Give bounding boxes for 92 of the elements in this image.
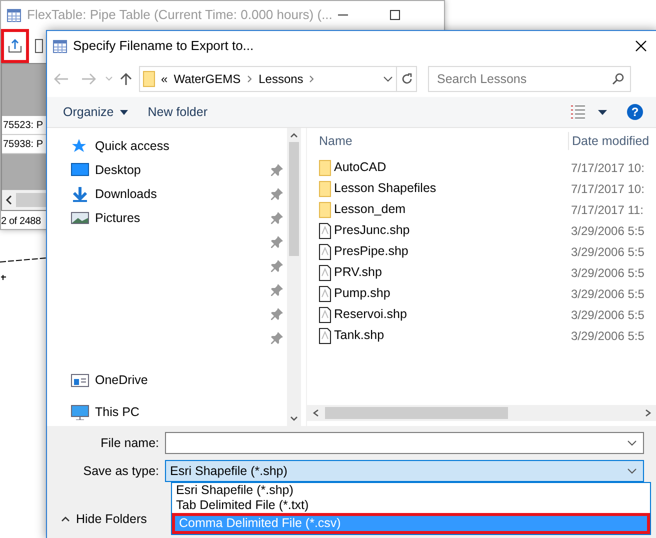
file-item[interactable]: Pump.shp [307, 283, 568, 304]
scrollbar-thumb[interactable] [289, 142, 299, 256]
up-arrow-icon[interactable] [119, 72, 133, 86]
export-button[interactable] [1, 29, 29, 63]
nav-item[interactable]: OneDrive [47, 368, 148, 392]
file-item[interactable]: PRV.shp [307, 262, 568, 283]
file-item[interactable]: Reservoi.shp [307, 304, 568, 325]
pin-icon[interactable] [271, 212, 283, 224]
search-input[interactable]: Search Lessons [435, 68, 612, 90]
toolbar-icon [35, 39, 43, 53]
column-header[interactable]: Name [307, 132, 568, 150]
file-type-dropdown[interactable]: Esri Shapefile (*.shp) [165, 460, 644, 482]
caret-icon[interactable] [598, 110, 607, 114]
search-icon [612, 73, 624, 85]
view-options-icon[interactable] [570, 105, 586, 119]
pin-icon[interactable] [271, 188, 283, 200]
field-label: File name: [100, 434, 160, 452]
nav-item[interactable]: Quick access [47, 134, 170, 158]
date-cell-text: 7/17/2017 11: [570, 202, 644, 218]
table-cell: 75523: P [2, 116, 46, 135]
new-folder-button[interactable]: New folder [138, 102, 218, 122]
folder-icon [319, 180, 331, 196]
search-field[interactable]: Search Lessons [428, 66, 631, 92]
address-bar[interactable]: « WaterGEMS Lessons [139, 66, 397, 92]
file-item[interactable]: Lesson_dem [307, 199, 568, 220]
date-cell-text: 3/29/2006 5:5 [570, 306, 644, 324]
refresh-button[interactable] [397, 66, 417, 92]
pin-icon[interactable] [271, 308, 283, 320]
document-icon [319, 264, 331, 280]
export-icon [7, 38, 23, 54]
file-item[interactable]: PresJunc.shp [307, 220, 568, 241]
maximize-button[interactable] [390, 10, 400, 20]
desktop-icon [71, 162, 89, 178]
file-item[interactable]: Lesson Shapefiles [307, 178, 568, 199]
table-cell: 75938: P [2, 135, 46, 154]
chevron-up-icon [61, 516, 70, 522]
chevron-icon [246, 75, 253, 83]
date-cell-text: 3/29/2006 5:5 [570, 264, 644, 282]
pin-icon[interactable] [271, 260, 283, 272]
date-cell-text: 3/29/2006 5:5 [570, 286, 644, 302]
table-icon [7, 8, 21, 22]
date-cell-text: 3/29/2006 5:5 [570, 222, 644, 240]
document-icon [319, 286, 331, 302]
table-icon [53, 40, 67, 52]
date-cell-text: 3/29/2006 5:5 [570, 328, 644, 344]
folder-icon [143, 71, 155, 87]
download-icon [71, 186, 89, 202]
date-cell-text: 7/17/2017 10: [570, 180, 644, 198]
file-name-field[interactable] [165, 432, 644, 454]
nav-item[interactable]: Desktop [47, 158, 141, 182]
column-header[interactable]: Date modified [568, 132, 650, 150]
refresh-icon [400, 73, 412, 85]
pin-icon[interactable] [271, 236, 283, 248]
organize-button[interactable]: Organize [53, 102, 138, 122]
document-icon [319, 328, 331, 344]
hide-folders-button[interactable]: Hide Folders [61, 510, 147, 529]
window-title: FlexTable: Pipe Table (Current Time: 0.000 hours) (... [27, 6, 332, 24]
file-item[interactable]: AutoCAD [307, 157, 568, 178]
computer-icon [71, 404, 89, 420]
caret-icon [120, 110, 128, 114]
nav-item[interactable]: This PC [47, 400, 140, 424]
pin-icon[interactable] [271, 332, 283, 344]
dropdown-icon[interactable] [383, 76, 393, 82]
dropdown-icon [627, 440, 637, 446]
dialog-title: Specify Filename to Export to... [73, 37, 254, 56]
field-label: Save as type: [82, 462, 160, 480]
document-icon [319, 244, 331, 260]
scrollbar-thumb[interactable] [16, 193, 46, 207]
close-icon[interactable] [635, 40, 647, 52]
pin-icon[interactable] [271, 164, 283, 176]
breadcrumb-overflow[interactable]: « [161, 70, 168, 88]
breadcrumb-item[interactable]: Lessons [258, 70, 304, 88]
scrollbar-thumb[interactable] [325, 407, 508, 419]
status-text: 2 of 2488 [1, 215, 42, 229]
file-item[interactable]: PresPipe.shp [307, 241, 568, 262]
nav-item[interactable]: Downloads [47, 182, 157, 206]
folder-icon [319, 202, 331, 218]
file-item[interactable]: Tank.shp [307, 325, 568, 346]
cloud-drive-icon [71, 372, 89, 388]
folder-icon [319, 160, 331, 176]
dropdown-icon [627, 468, 637, 474]
pictures-icon [71, 210, 89, 226]
pin-icon[interactable] [271, 284, 283, 296]
minimize-button[interactable] [338, 14, 348, 16]
help-button[interactable]: ? [627, 104, 643, 120]
breadcrumb-item[interactable]: WaterGEMS [174, 70, 241, 88]
date-cell-text: 3/29/2006 5:5 [570, 244, 644, 260]
document-icon [319, 222, 331, 238]
date-cell-text: 7/17/2017 10: [570, 160, 644, 176]
chevron-icon [309, 75, 316, 83]
nav-item[interactable]: Pictures [47, 206, 140, 230]
document-icon [319, 306, 331, 322]
